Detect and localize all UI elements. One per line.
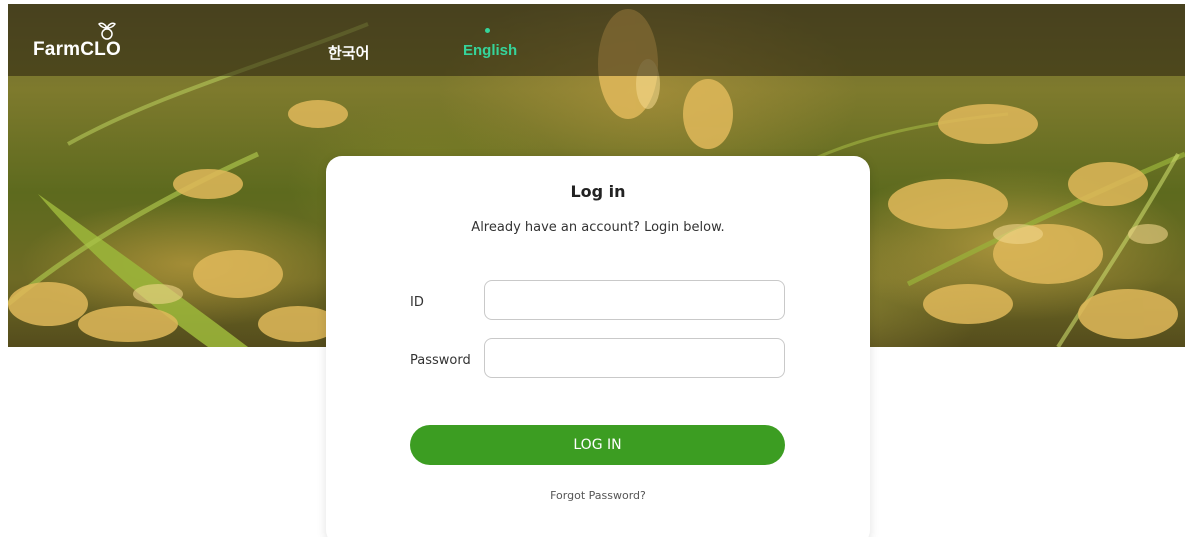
password-label: Password: [410, 353, 471, 368]
login-title: Log in: [570, 182, 626, 201]
login-card: Log in Already have an account? Login be…: [326, 156, 870, 537]
active-language-indicator: [485, 28, 490, 33]
login-subtitle: Already have an account? Login below.: [471, 220, 725, 235]
forgot-password-link[interactable]: Forgot Password?: [326, 489, 870, 502]
top-navbar: FarmCLO 한국어 English: [8, 4, 1185, 76]
password-input[interactable]: [484, 338, 785, 378]
language-korean[interactable]: 한국어: [328, 42, 369, 63]
farmclo-logo[interactable]: FarmCLO: [33, 39, 121, 61]
sprout-icon: [98, 22, 116, 40]
language-english[interactable]: English: [463, 42, 517, 59]
id-label: ID: [410, 295, 424, 310]
login-button[interactable]: LOG IN: [410, 425, 785, 465]
id-input[interactable]: [484, 280, 785, 320]
